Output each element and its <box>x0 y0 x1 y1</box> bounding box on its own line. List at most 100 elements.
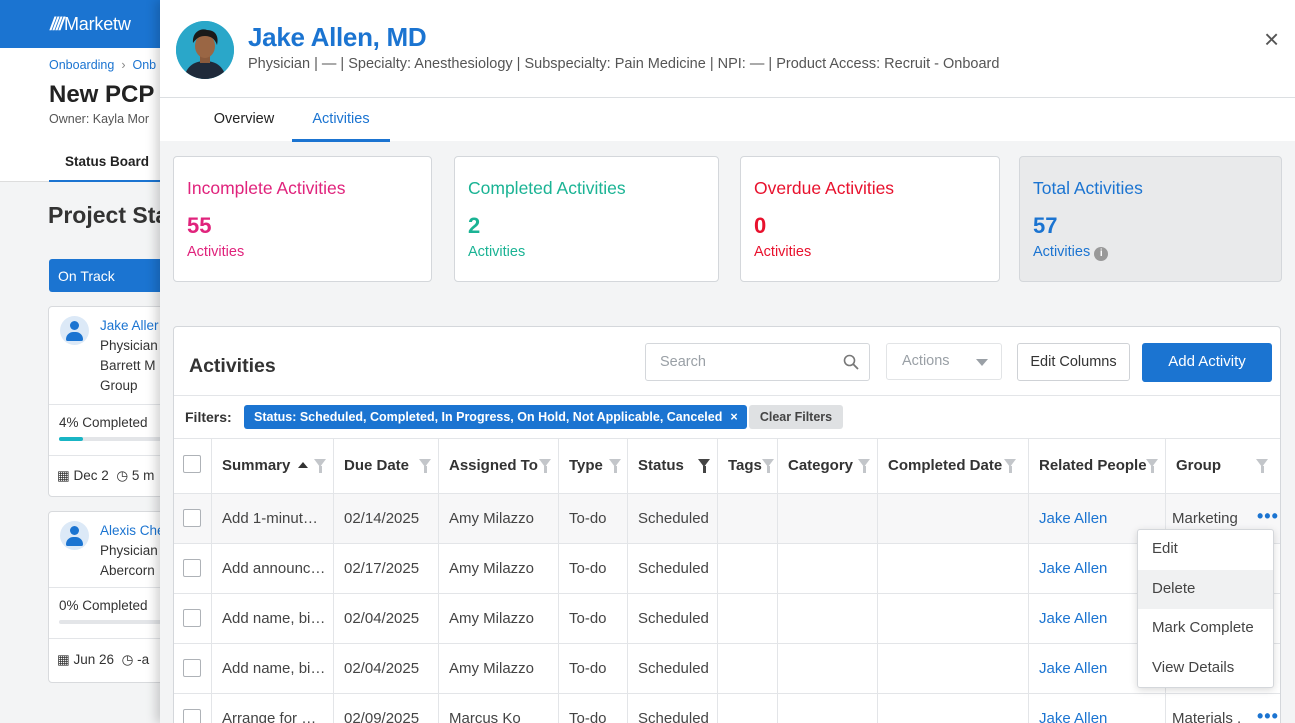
related-person-link[interactable]: Jake Allen <box>1039 610 1107 627</box>
filters-label: Filters: <box>185 409 232 425</box>
category-cell <box>777 494 877 543</box>
table-row[interactable]: Add announc… 02/17/2025 Amy Milazzo To-d… <box>174 543 1280 593</box>
breadcrumb: Onboarding › Onb <box>49 58 156 72</box>
info-icon[interactable]: i <box>1094 247 1109 261</box>
stat-card-overdue[interactable]: Overdue Activities 0 Activities <box>740 156 1000 282</box>
due-date: Jun 26 <box>73 652 115 667</box>
category-cell <box>777 694 877 723</box>
provider-detail: Group <box>100 378 138 393</box>
summary-cell[interactable]: Add name, bi… <box>211 594 333 643</box>
table-row[interactable]: Add 1-minut… 02/14/2025 Amy Milazzo To-d… <box>174 493 1280 543</box>
provider-card[interactable]: Jake Aller Physician Barrett M Group 4% … <box>48 306 165 497</box>
stat-card-total[interactable]: Total Activities 57 Activities i <box>1019 156 1282 282</box>
clear-filters-button[interactable]: Clear Filters <box>749 405 843 429</box>
column-header-completed-date[interactable]: Completed Date <box>877 439 1028 493</box>
chevron-right-icon: › <box>121 58 126 72</box>
filter-active-icon[interactable] <box>698 459 710 473</box>
due-date-cell: 02/17/2025 <box>333 544 438 593</box>
provider-name-link[interactable]: Jake Aller <box>100 318 159 333</box>
related-person-link[interactable]: Jake Allen <box>1039 510 1107 527</box>
summary-cell[interactable]: Arrange for … <box>211 694 333 723</box>
cell-text: Marketing <box>1172 510 1238 527</box>
more-options-icon[interactable]: ••• <box>1257 506 1279 527</box>
filter-icon[interactable] <box>1146 459 1158 473</box>
provider-card[interactable]: Alexis Che Physician Abercorn 0% Complet… <box>48 511 165 683</box>
filter-icon[interactable] <box>858 459 870 473</box>
column-header-status[interactable]: Status <box>627 439 717 493</box>
stat-card-completed[interactable]: Completed Activities 2 Activities <box>454 156 719 282</box>
column-header-category[interactable]: Category <box>777 439 877 493</box>
progress-fill <box>59 437 83 441</box>
column-header-due-date[interactable]: Due Date <box>333 439 438 493</box>
tab-status-board[interactable]: Status Board <box>49 142 160 182</box>
table-row[interactable]: Arrange for … 02/09/2025 Marcus Ko To-do… <box>174 693 1280 723</box>
row-checkbox[interactable] <box>183 559 201 577</box>
cell-text: To-do <box>569 710 607 723</box>
more-options-icon[interactable]: ••• <box>1257 706 1279 723</box>
row-checkbox[interactable] <box>183 709 201 723</box>
menu-item-edit[interactable]: Edit <box>1138 530 1273 569</box>
column-header-related-people[interactable]: Related People <box>1028 439 1165 493</box>
table-row[interactable]: Add name, bi… 02/04/2025 Amy Milazzo To-… <box>174 593 1280 643</box>
table-row[interactable]: Add name, bi… 02/04/2025 Amy Milazzo To-… <box>174 643 1280 693</box>
menu-item-mark-complete[interactable]: Mark Complete <box>1138 609 1273 648</box>
status-cell: Scheduled <box>627 494 717 543</box>
breadcrumb-item-current[interactable]: Onb <box>133 58 157 72</box>
select-all-checkbox[interactable] <box>183 455 201 473</box>
filter-icon[interactable] <box>1004 459 1016 473</box>
filter-icon[interactable] <box>1256 459 1268 473</box>
time-label: -a <box>137 652 150 667</box>
row-checkbox[interactable] <box>183 509 201 527</box>
summary-cell[interactable]: Add 1-minut… <box>211 494 333 543</box>
filter-icon[interactable] <box>609 459 621 473</box>
column-header-assigned-to[interactable]: Assigned To <box>438 439 558 493</box>
cell-text: Scheduled <box>638 510 709 527</box>
tab-overview[interactable]: Overview <box>194 98 294 142</box>
related-person-link[interactable]: Jake Allen <box>1039 660 1107 677</box>
filter-icon[interactable] <box>539 459 551 473</box>
status-cell: Scheduled <box>627 594 717 643</box>
row-checkbox[interactable] <box>183 609 201 627</box>
related-person-link[interactable]: Jake Allen <box>1039 560 1107 577</box>
search-icon[interactable] <box>843 354 859 370</box>
row-checkbox[interactable] <box>183 659 201 677</box>
related-person-link[interactable]: Jake Allen <box>1039 710 1107 723</box>
type-cell: To-do <box>558 694 627 723</box>
status-filter-chip[interactable]: Status: Scheduled, Completed, In Progres… <box>244 405 747 429</box>
cell-text: To-do <box>569 610 607 627</box>
select-cell <box>174 494 211 543</box>
stat-value: 57 <box>1033 213 1058 238</box>
actions-dropdown[interactable]: Actions <box>886 343 1002 380</box>
cell-text: Scheduled <box>638 710 709 723</box>
column-header-tags[interactable]: Tags <box>717 439 777 493</box>
category-cell <box>777 644 877 693</box>
summary-cell[interactable]: Add announc… <box>211 544 333 593</box>
progress-bar <box>59 437 165 441</box>
column-header-group[interactable]: Group <box>1165 439 1276 493</box>
breadcrumb-item-onboarding[interactable]: Onboarding <box>49 58 114 72</box>
close-icon[interactable]: × <box>1264 26 1279 52</box>
cell-text: 02/04/2025 <box>344 660 420 677</box>
filter-icon[interactable] <box>314 459 326 473</box>
add-activity-button[interactable]: Add Activity <box>1142 343 1272 382</box>
remove-filter-icon[interactable]: × <box>730 410 737 424</box>
filter-icon[interactable] <box>419 459 431 473</box>
on-track-status-button[interactable]: On Track <box>49 259 164 292</box>
menu-item-delete[interactable]: Delete <box>1138 570 1273 609</box>
summary-cell[interactable]: Add name, bi… <box>211 644 333 693</box>
tab-activities[interactable]: Activities <box>292 98 390 142</box>
sort-ascending-icon[interactable] <box>298 462 309 468</box>
brand-logo[interactable]: ////Marketw <box>50 14 131 35</box>
cell-text: Scheduled <box>638 660 709 677</box>
filter-icon[interactable] <box>762 459 774 473</box>
column-header-type[interactable]: Type <box>558 439 627 493</box>
search-input[interactable] <box>660 354 830 370</box>
clock-icon: ◷ <box>116 468 129 483</box>
menu-item-view-details[interactable]: View Details <box>1138 649 1273 688</box>
stat-card-incomplete[interactable]: Incomplete Activities 55 Activities <box>173 156 432 282</box>
edit-columns-button[interactable]: Edit Columns <box>1017 343 1130 381</box>
stat-label: Overdue Activities <box>754 178 895 198</box>
column-header-summary[interactable]: Summary <box>211 439 333 493</box>
provider-name-link[interactable]: Alexis Che <box>100 523 165 538</box>
search-box[interactable] <box>645 343 870 381</box>
